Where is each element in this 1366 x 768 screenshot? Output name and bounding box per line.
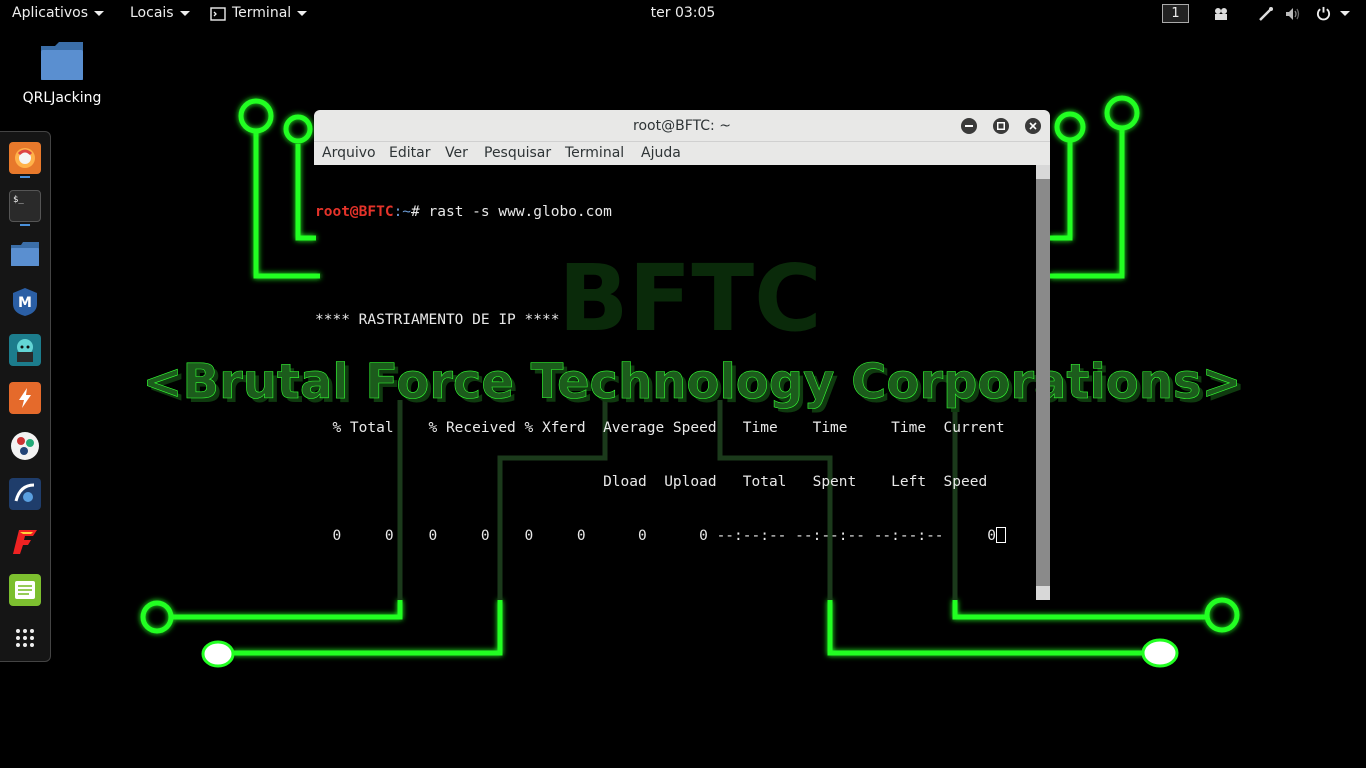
menu-pesquisar[interactable]: Pesquisar [484,145,551,161]
desktop-screen: BFTC <Brutal Force Technology Corporatio… [0,0,1366,768]
terminal-output[interactable]: root@BFTC:~# rast -s www.globo.com **** … [314,165,1035,600]
top-panel: Aplicativos Locais Terminal ter 03:05 1 [0,0,1366,27]
chevron-down-icon [297,11,308,16]
volume-icon[interactable] [1284,0,1304,27]
close-icon [1029,122,1037,130]
minimize-icon [965,125,973,127]
applications-label: Aplicativos [12,5,89,21]
menu-ver[interactable]: Ver [445,145,468,161]
files-icon[interactable] [9,238,41,270]
folder-icon [41,42,83,80]
output-header-2: Dload Upload Total Spent Left Speed [315,474,988,490]
menu-terminal[interactable]: Terminal [565,145,624,161]
output-heading: **** RASTRIAMENTO DE IP **** [315,312,560,328]
beef-icon[interactable] [9,478,41,510]
command-text: rast -s www.globo.com [428,204,612,220]
menu-ajuda[interactable]: Ajuda [641,145,681,161]
chevron-down-icon [94,11,105,16]
show-apps-icon[interactable] [9,622,41,654]
terminal-icon[interactable]: $_ [9,190,41,222]
scroll-down-button[interactable] [1036,586,1050,600]
progress-row-text: 0 0 0 0 0 0 0 0 --:--:-- --:--:-- --:--:… [315,528,996,544]
minimize-button[interactable] [961,118,977,134]
output-header-1: % Total % Received % Xferd Average Speed… [315,420,1005,436]
leafpad-icon[interactable] [9,574,41,606]
desktop-folder-qrljacking[interactable]: QRLJacking [14,40,110,106]
pen-icon[interactable] [1256,0,1276,27]
scroll-up-button[interactable] [1036,165,1050,179]
svg-text:M: M [18,295,32,311]
prompt-symbol: # [411,204,429,220]
terminal-window[interactable]: root@BFTC: ~ Arquivo Editar Ver Pesquisa… [314,110,1050,600]
active-app-label: Terminal [232,5,292,21]
clock[interactable]: ter 03:05 [651,5,716,21]
terminal-title: root@BFTC: ~ [633,118,731,134]
armitage-icon[interactable] [9,334,41,366]
terminal-icon [210,6,226,21]
dock: $_ M [0,131,51,662]
terminal-cursor [995,527,1006,543]
menu-editar[interactable]: Editar [389,145,430,161]
output-progress-row: 0 0 0 0 0 0 0 0 --:--:-- --:--:-- --:--:… [315,527,1035,545]
maximize-icon [997,122,1005,130]
active-app-menu[interactable]: Terminal [210,0,308,27]
maltego-icon[interactable] [9,430,41,462]
applications-menu[interactable]: Aplicativos [12,0,105,27]
video-camera-icon[interactable] [1212,0,1232,27]
workspace-indicator[interactable]: 1 [1162,4,1189,23]
chevron-down-icon[interactable] [1339,0,1351,27]
desktop-folder-label: QRLJacking [22,90,102,106]
prompt-path: :~ [393,204,412,220]
terminal-scrollbar[interactable] [1036,165,1050,600]
terminal-titlebar[interactable]: root@BFTC: ~ [314,110,1050,142]
terminal-menubar: Arquivo Editar Ver Pesquisar Terminal Aj… [314,142,1050,165]
chevron-down-icon [179,11,190,16]
power-icon[interactable] [1313,0,1333,27]
burpsuite-icon[interactable] [9,382,41,414]
prompt-line: root@BFTC:~# rast -s www.globo.com [315,203,1035,221]
places-label: Locais [130,5,174,21]
places-menu[interactable]: Locais [130,0,190,27]
metasploit-icon[interactable]: M [9,286,41,318]
faraday-icon[interactable] [9,526,41,558]
maximize-button[interactable] [993,118,1009,134]
menu-arquivo[interactable]: Arquivo [322,145,376,161]
firefox-icon[interactable] [9,142,41,174]
close-button[interactable] [1025,118,1041,134]
prompt-user: root@BFTC [315,204,394,220]
